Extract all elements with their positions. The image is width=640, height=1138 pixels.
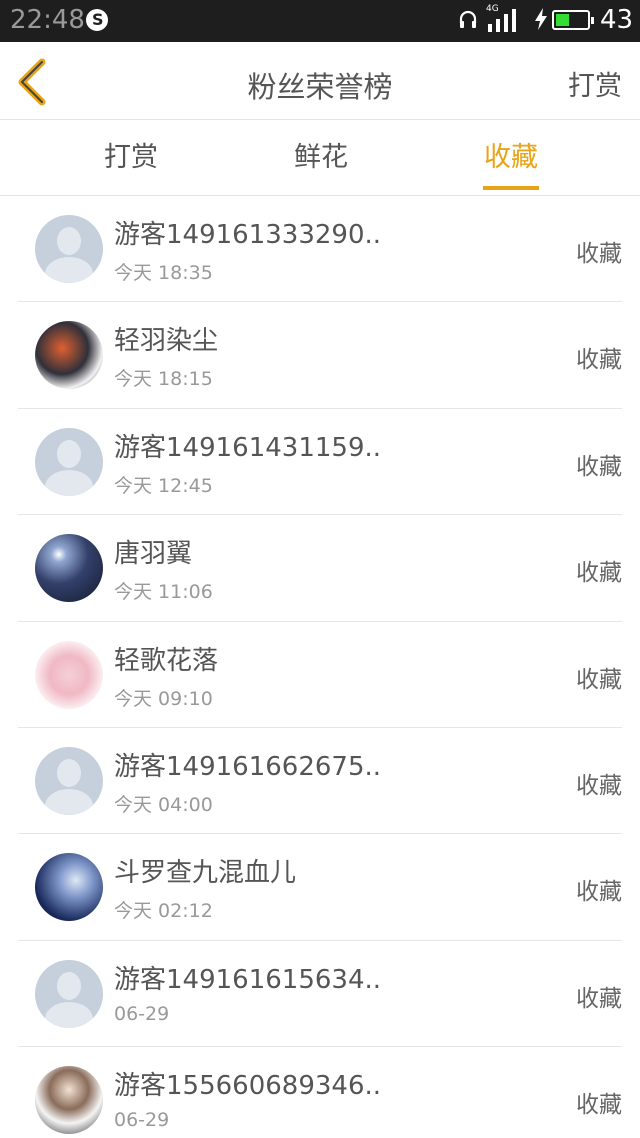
battery-percent: 43 <box>600 5 634 35</box>
guest-avatar <box>35 746 103 815</box>
item-time: 今天 11:06 <box>114 581 213 604</box>
guest-avatar <box>35 427 103 496</box>
list-item[interactable]: 游客149161615634.. 06-29 收藏 <box>18 941 622 1048</box>
guest-avatar <box>35 215 103 283</box>
notification-icon <box>86 9 108 31</box>
user-name: 游客149161431159.. <box>114 432 382 463</box>
item-time: 今天 04:00 <box>114 793 213 816</box>
reward-button[interactable]: 打赏 <box>568 64 622 103</box>
item-action-label: 收藏 <box>576 347 622 374</box>
tab-reward[interactable]: 打赏 <box>51 120 211 196</box>
item-time: 今天 18:15 <box>114 368 213 391</box>
item-action-label: 收藏 <box>576 666 622 693</box>
headphone-icon <box>459 10 477 28</box>
top-nav-bar: 粉丝荣誉榜 打赏 <box>0 42 640 120</box>
list-item[interactable]: 游客149161662675.. 今天 04:00 收藏 <box>18 728 622 835</box>
user-name: 轻歌花落 <box>114 645 219 676</box>
user-avatar <box>35 853 103 922</box>
list-item[interactable]: 斗罗查九混血儿 今天 02:12 收藏 <box>18 834 622 941</box>
battery-level <box>556 14 569 26</box>
list-item[interactable]: 轻歌花落 今天 09:10 收藏 <box>18 622 622 728</box>
list-item[interactable]: 游客149161333290.. 今天 18:35 收藏 <box>18 196 622 303</box>
user-avatar <box>35 640 103 709</box>
item-action-label: 收藏 <box>576 241 622 267</box>
item-action-label: 收藏 <box>576 560 622 587</box>
list-item[interactable]: 唐羽翼 今天 11:06 收藏 <box>18 515 622 622</box>
item-action-label: 收藏 <box>576 985 622 1012</box>
charging-icon <box>535 8 547 30</box>
item-time: 06-29 <box>114 1109 170 1132</box>
item-time: 今天 09:10 <box>114 687 213 710</box>
user-name: 唐羽翼 <box>114 539 193 570</box>
user-name: 游客149161615634.. <box>114 964 382 995</box>
item-time: 今天 12:45 <box>114 474 213 497</box>
user-avatar <box>35 321 103 390</box>
status-time: 22:48 <box>10 5 85 35</box>
page-title: 粉丝荣誉榜 <box>247 70 393 104</box>
battery-icon <box>552 10 594 30</box>
tab-flowers[interactable]: 鲜花 <box>241 120 401 196</box>
signal-icon <box>488 9 516 32</box>
tab-bar: 打赏 鲜花 收藏 <box>0 120 640 196</box>
user-avatar <box>35 534 103 603</box>
item-action-label: 收藏 <box>576 879 622 906</box>
item-action-label: 收藏 <box>576 772 622 799</box>
item-time: 今天 02:12 <box>114 900 213 923</box>
item-time: 今天 18:35 <box>114 262 213 284</box>
tab-favorites[interactable]: 收藏 <box>431 120 591 196</box>
guest-avatar <box>35 959 103 1028</box>
list-item[interactable]: 游客149161431159.. 今天 12:45 收藏 <box>18 409 622 516</box>
item-action-label: 收藏 <box>576 453 622 480</box>
item-time: 06-29 <box>114 1002 170 1025</box>
list-item[interactable]: 游客155660689346.. 06-29 收藏 <box>18 1047 622 1138</box>
fan-list: 游客149161333290.. 今天 18:35 收藏 轻羽染尘 今天 18:… <box>0 196 640 1138</box>
user-name: 斗罗查九混血儿 <box>114 858 297 889</box>
user-name: 游客149161662675.. <box>114 751 382 782</box>
user-name: 轻羽染尘 <box>114 326 219 357</box>
status-bar: 22:48 4G 43 <box>0 0 640 42</box>
list-item[interactable]: 轻羽染尘 今天 18:15 收藏 <box>18 302 622 409</box>
item-action-label: 收藏 <box>576 1092 622 1119</box>
user-name: 游客155660689346.. <box>114 1071 382 1102</box>
user-avatar <box>35 1066 103 1135</box>
user-name: 游客149161333290.. <box>114 220 382 250</box>
